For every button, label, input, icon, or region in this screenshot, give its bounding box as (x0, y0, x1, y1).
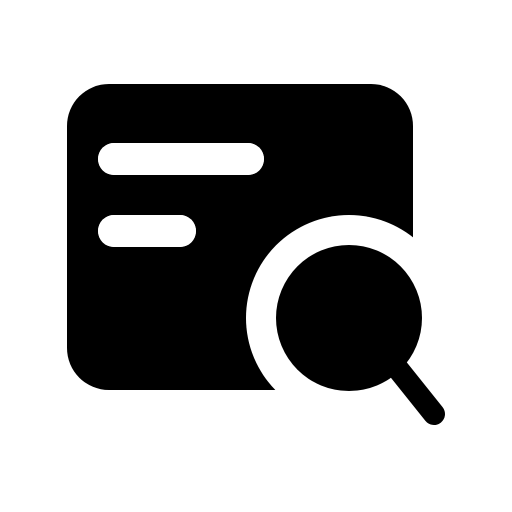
magnifier-handle (387, 358, 445, 425)
text-line-long (98, 143, 264, 175)
icon-canvas (0, 0, 512, 512)
text-line-short (98, 215, 196, 247)
search-card-icon (67, 84, 445, 425)
